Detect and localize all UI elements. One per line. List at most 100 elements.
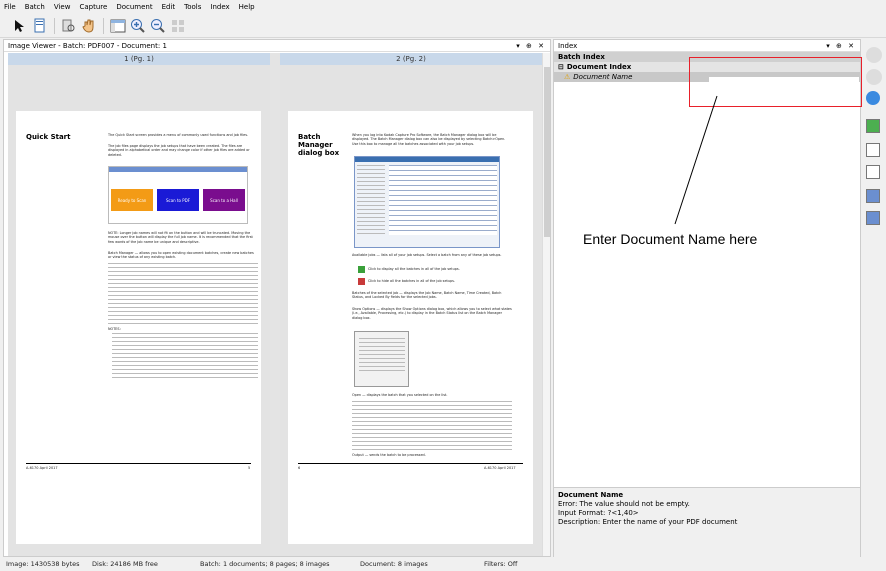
menu-view[interactable]: View bbox=[54, 3, 71, 11]
document-icon[interactable] bbox=[866, 143, 880, 157]
collapse-icon bbox=[358, 278, 365, 285]
menu-capture[interactable]: Capture bbox=[79, 3, 107, 11]
description-line: Input Format: ?<1,40> bbox=[558, 509, 639, 517]
tile-scan-to-pdf: Scan to PDF bbox=[157, 189, 199, 211]
page-icon[interactable] bbox=[32, 18, 48, 34]
document-index-label: Document Index bbox=[566, 63, 632, 71]
page-text: Available jobs — lists all of your job s… bbox=[352, 253, 502, 257]
info-icon[interactable] bbox=[866, 91, 880, 105]
screenshot-figure: Ready to Scan Scan to PDF Scan to a Hall bbox=[108, 166, 248, 224]
document-ocr-icon[interactable] bbox=[866, 165, 880, 179]
page-document: Quick Start The Quick Start screen provi… bbox=[16, 111, 261, 544]
thumbnails-icon[interactable] bbox=[170, 18, 186, 34]
batch-manager-figure bbox=[354, 156, 500, 248]
page-heading: Batch Manager dialog box bbox=[298, 133, 340, 157]
page-text: Click to display all the batches in all … bbox=[368, 267, 460, 271]
page-heading: Quick Start bbox=[26, 133, 71, 141]
previous-arrow-icon[interactable] bbox=[866, 47, 882, 63]
batch-index-label: Batch Index bbox=[558, 53, 605, 61]
page-text-lines bbox=[108, 263, 258, 325]
menu-index[interactable]: Index bbox=[210, 3, 229, 11]
page-text: The job files page displays the job setu… bbox=[108, 144, 250, 157]
description-title: Document Name bbox=[558, 491, 624, 499]
page-note: NOTE: Longer job names will not fit on t… bbox=[108, 231, 253, 244]
next-arrow-icon[interactable] bbox=[866, 69, 882, 85]
figure-option-list bbox=[359, 338, 405, 374]
image-viewer-panel: Image Viewer - Batch: PDF007 - Document:… bbox=[3, 39, 551, 557]
document-name-label: Document Name bbox=[573, 73, 633, 81]
page-text-lines bbox=[352, 401, 512, 451]
merge-document-icon[interactable] bbox=[866, 211, 880, 225]
viewer-scrollbar[interactable] bbox=[542, 53, 550, 556]
figure-batch-table bbox=[389, 165, 497, 235]
annotation-text: Enter Document Name here bbox=[583, 231, 758, 247]
page-text: Batches of the selected job — displays t… bbox=[352, 291, 502, 300]
capture-pro-window: File Batch View Capture Document Edit To… bbox=[0, 0, 886, 571]
pages-area[interactable]: 1 (Pg. 1) Quick Start The Quick Start sc… bbox=[8, 53, 544, 556]
split-document-icon[interactable] bbox=[866, 189, 880, 203]
pointer-icon[interactable] bbox=[12, 18, 28, 34]
zoom-in-icon[interactable] bbox=[130, 18, 146, 34]
status-image: Image: 1430538 bytes bbox=[6, 560, 80, 568]
document-green-icon[interactable] bbox=[866, 119, 880, 133]
page-text: Batch Manager — allows you to open exist… bbox=[108, 251, 254, 260]
menu-edit[interactable]: Edit bbox=[162, 3, 176, 11]
zoom-page-icon[interactable] bbox=[61, 18, 77, 34]
page-footer-rule bbox=[298, 463, 523, 464]
page-footer-right: 5 bbox=[248, 466, 251, 470]
tile-ready-to-scan: Ready to Scan bbox=[111, 189, 153, 211]
toolbar bbox=[0, 14, 886, 38]
menu-file[interactable]: File bbox=[4, 3, 16, 11]
show-options-figure bbox=[354, 331, 409, 387]
page-footer-left: 6 bbox=[298, 466, 301, 470]
page-notes-title: NOTES: bbox=[108, 327, 121, 331]
page-text: When you log into Kodak Capture Pro Soft… bbox=[352, 133, 506, 146]
page-text: Show Options — displays the Show Options… bbox=[352, 307, 512, 320]
image-viewer-header: Image Viewer - Batch: PDF007 - Document:… bbox=[4, 40, 550, 52]
page-footer-rule bbox=[26, 463, 251, 464]
page-text: Click to hide all the batches in all of … bbox=[368, 279, 456, 283]
status-filters: Filters: Off bbox=[484, 560, 518, 568]
page-footer-left: A-6170 April 2017 bbox=[26, 466, 58, 470]
status-batch: Batch: 1 documents; 8 pages; 8 images bbox=[200, 560, 330, 568]
toolbar-separator bbox=[54, 17, 55, 34]
page-text: The Quick Start screen provides a menu o… bbox=[108, 133, 249, 137]
expand-icon bbox=[358, 266, 365, 273]
right-toolbar bbox=[862, 39, 886, 557]
page-label: 1 (Pg. 1) bbox=[8, 53, 270, 65]
menu-tools[interactable]: Tools bbox=[184, 3, 201, 11]
status-disk: Disk: 24186 MB free bbox=[92, 560, 158, 568]
menu-bar: File Batch View Capture Document Edit To… bbox=[0, 0, 886, 14]
tile-scan-to-hall: Scan to a Hall bbox=[203, 189, 245, 211]
collapse-minus-icon[interactable]: ⊟ bbox=[558, 63, 564, 71]
index-header: Index ▾ ⊕ ✕ bbox=[554, 40, 860, 52]
index-panel: Index ▾ ⊕ ✕ Batch Index ⊟ Document Index … bbox=[553, 39, 862, 557]
status-document: Document: 8 images bbox=[360, 560, 428, 568]
menu-help[interactable]: Help bbox=[239, 3, 255, 11]
page-thumbnail-1[interactable]: 1 (Pg. 1) Quick Start The Quick Start sc… bbox=[8, 53, 270, 556]
scrollbar-thumb[interactable] bbox=[544, 67, 550, 237]
menu-batch[interactable]: Batch bbox=[25, 3, 45, 11]
page-text: Open — displays the batch that you selec… bbox=[352, 393, 448, 397]
layout-icon[interactable] bbox=[110, 18, 126, 34]
menu-document[interactable]: Document bbox=[116, 3, 152, 11]
panel-controls[interactable]: ▾ ⊕ ✕ bbox=[826, 42, 856, 50]
page-footer-right: A-6170 April 2017 bbox=[484, 466, 516, 470]
page-label: 2 (Pg. 2) bbox=[280, 53, 542, 65]
highlight-box bbox=[689, 57, 862, 107]
status-bar: Image: 1430538 bytes Disk: 24186 MB free… bbox=[0, 557, 886, 571]
toolbar-separator bbox=[103, 17, 104, 34]
description-line: Description: Enter the name of your PDF … bbox=[558, 518, 738, 526]
page-document: Batch Manager dialog box When you log in… bbox=[288, 111, 533, 544]
hand-icon[interactable] bbox=[81, 18, 97, 34]
image-viewer-title: Image Viewer - Batch: PDF007 - Document:… bbox=[8, 41, 167, 50]
description-line: Error: The value should not be empty. bbox=[558, 500, 690, 508]
page-thumbnail-2[interactable]: 2 (Pg. 2) Batch Manager dialog box When … bbox=[280, 53, 542, 556]
panel-controls[interactable]: ▾ ⊕ ✕ bbox=[516, 42, 546, 50]
zoom-out-icon[interactable] bbox=[150, 18, 166, 34]
figure-titlebar bbox=[355, 157, 499, 162]
field-description: Document Name Error: The value should no… bbox=[554, 487, 860, 557]
figure-titlebar bbox=[109, 167, 247, 172]
figure-job-list bbox=[357, 165, 385, 235]
warning-icon: ⚠ bbox=[564, 73, 571, 81]
